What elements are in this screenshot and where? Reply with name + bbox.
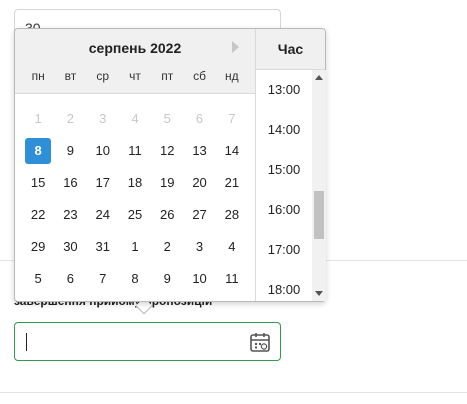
date-time-input[interactable]: [14, 322, 281, 361]
day-cell: 3: [99, 111, 107, 126]
weekday-label: пн: [31, 69, 45, 83]
day-cell[interactable]: 9: [154, 266, 180, 292]
day-grid: 1 2 3 4 5 6 7 8 9 10 11 12 13 14 15 16 17 18 19 20 21 22 23 24 2…: [22, 106, 248, 298]
day-cell[interactable]: 6: [57, 266, 83, 292]
week-row: 22 23 24 25 26 27 28: [22, 202, 248, 234]
time-pane: Час 13:00 14:00 15:00 16:00 17:00 18:00: [255, 29, 326, 301]
day-cell[interactable]: 10: [187, 266, 213, 292]
day-cell[interactable]: 8: [122, 266, 148, 292]
calendar-icon[interactable]: [249, 331, 271, 353]
scroll-up-icon[interactable]: [315, 75, 323, 80]
day-cell[interactable]: 17: [90, 170, 116, 196]
week-row: 8 9 10 11 12 13 14: [22, 138, 248, 170]
day-cell[interactable]: 18: [122, 170, 148, 196]
day-cell: 2: [66, 111, 75, 126]
day-cell[interactable]: 26: [154, 202, 180, 228]
text-caret: [26, 333, 27, 351]
weekday-label: пт: [161, 69, 174, 83]
weekday-label: нд: [225, 69, 239, 83]
day-cell[interactable]: 24: [90, 202, 116, 228]
day-cell[interactable]: 2: [154, 234, 180, 260]
day-cell[interactable]: 11: [219, 266, 245, 292]
day-cell[interactable]: 1: [122, 234, 148, 260]
day-cell[interactable]: 20: [187, 170, 213, 196]
day-cell[interactable]: 15: [25, 170, 51, 196]
datetime-picker: серпень 2022 пн вт ср чт пт сб нд 1 2 3 4 5 6 7 8 9 10 1…: [14, 28, 326, 302]
week-row: 1 2 3 4 5 6 7: [22, 106, 248, 138]
time-option[interactable]: 16:00: [256, 190, 312, 230]
week-row: 5 6 7 8 9 10 11: [22, 266, 248, 298]
day-cell[interactable]: 5: [25, 266, 51, 292]
time-list[interactable]: 13:00 14:00 15:00 16:00 17:00 18:00: [256, 70, 312, 301]
chevron-right-icon[interactable]: [232, 41, 239, 53]
day-cell: 7: [228, 111, 236, 126]
month-title: серпень 2022: [88, 40, 182, 56]
day-cell[interactable]: 16: [57, 170, 83, 196]
weekday-label: чт: [129, 69, 141, 83]
time-option[interactable]: 13:00: [256, 70, 312, 110]
time-option[interactable]: 14:00: [256, 110, 312, 150]
day-cell[interactable]: 27: [187, 202, 213, 228]
weekday-label: сб: [193, 69, 206, 83]
day-cell[interactable]: 19: [154, 170, 180, 196]
calendar-pane: серпень 2022 пн вт ср чт пт сб нд 1 2 3 4 5 6 7 8 9 10 1…: [15, 29, 255, 301]
weekday-label: ср: [96, 69, 110, 83]
day-cell[interactable]: 30: [57, 234, 83, 260]
day-cell[interactable]: 10: [90, 138, 116, 164]
time-scrollbar[interactable]: [312, 70, 326, 301]
day-cell[interactable]: 25: [122, 202, 148, 228]
time-option[interactable]: 18:00: [256, 270, 312, 301]
calendar-header: серпень 2022 пн вт ср чт пт сб нд: [15, 29, 255, 94]
time-option[interactable]: 17:00: [256, 230, 312, 270]
day-cell[interactable]: 31: [90, 234, 116, 260]
week-row: 29 30 31 1 2 3 4: [22, 234, 248, 266]
weekday-label: вт: [64, 69, 77, 83]
day-cell[interactable]: 11: [122, 138, 148, 164]
day-cell[interactable]: 22: [25, 202, 51, 228]
day-cell[interactable]: 28: [219, 202, 245, 228]
scroll-thumb[interactable]: [314, 191, 324, 239]
day-cell[interactable]: 23: [57, 202, 83, 228]
day-cell: 6: [195, 111, 204, 126]
day-cell: 5: [163, 111, 171, 126]
day-cell[interactable]: 21: [219, 170, 245, 196]
day-cell: 4: [131, 111, 139, 126]
weekday-row: пн вт ср чт пт сб нд: [22, 69, 248, 87]
day-cell[interactable]: 13: [187, 138, 213, 164]
day-cell[interactable]: 3: [187, 234, 213, 260]
day-cell[interactable]: 4: [219, 234, 245, 260]
week-row: 15 16 17 18 19 20 21: [22, 170, 248, 202]
scroll-down-icon[interactable]: [315, 291, 323, 296]
time-header: Час: [256, 29, 325, 70]
day-cell[interactable]: 7: [90, 266, 116, 292]
day-cell[interactable]: 12: [154, 138, 180, 164]
day-cell[interactable]: 14: [219, 138, 245, 164]
day-cell[interactable]: 9: [57, 138, 83, 164]
day-cell-selected[interactable]: 8: [25, 138, 52, 164]
day-cell: 1: [34, 111, 42, 126]
time-option[interactable]: 15:00: [256, 150, 312, 190]
day-cell[interactable]: 29: [25, 234, 51, 260]
section-divider-bottom: [0, 392, 467, 393]
